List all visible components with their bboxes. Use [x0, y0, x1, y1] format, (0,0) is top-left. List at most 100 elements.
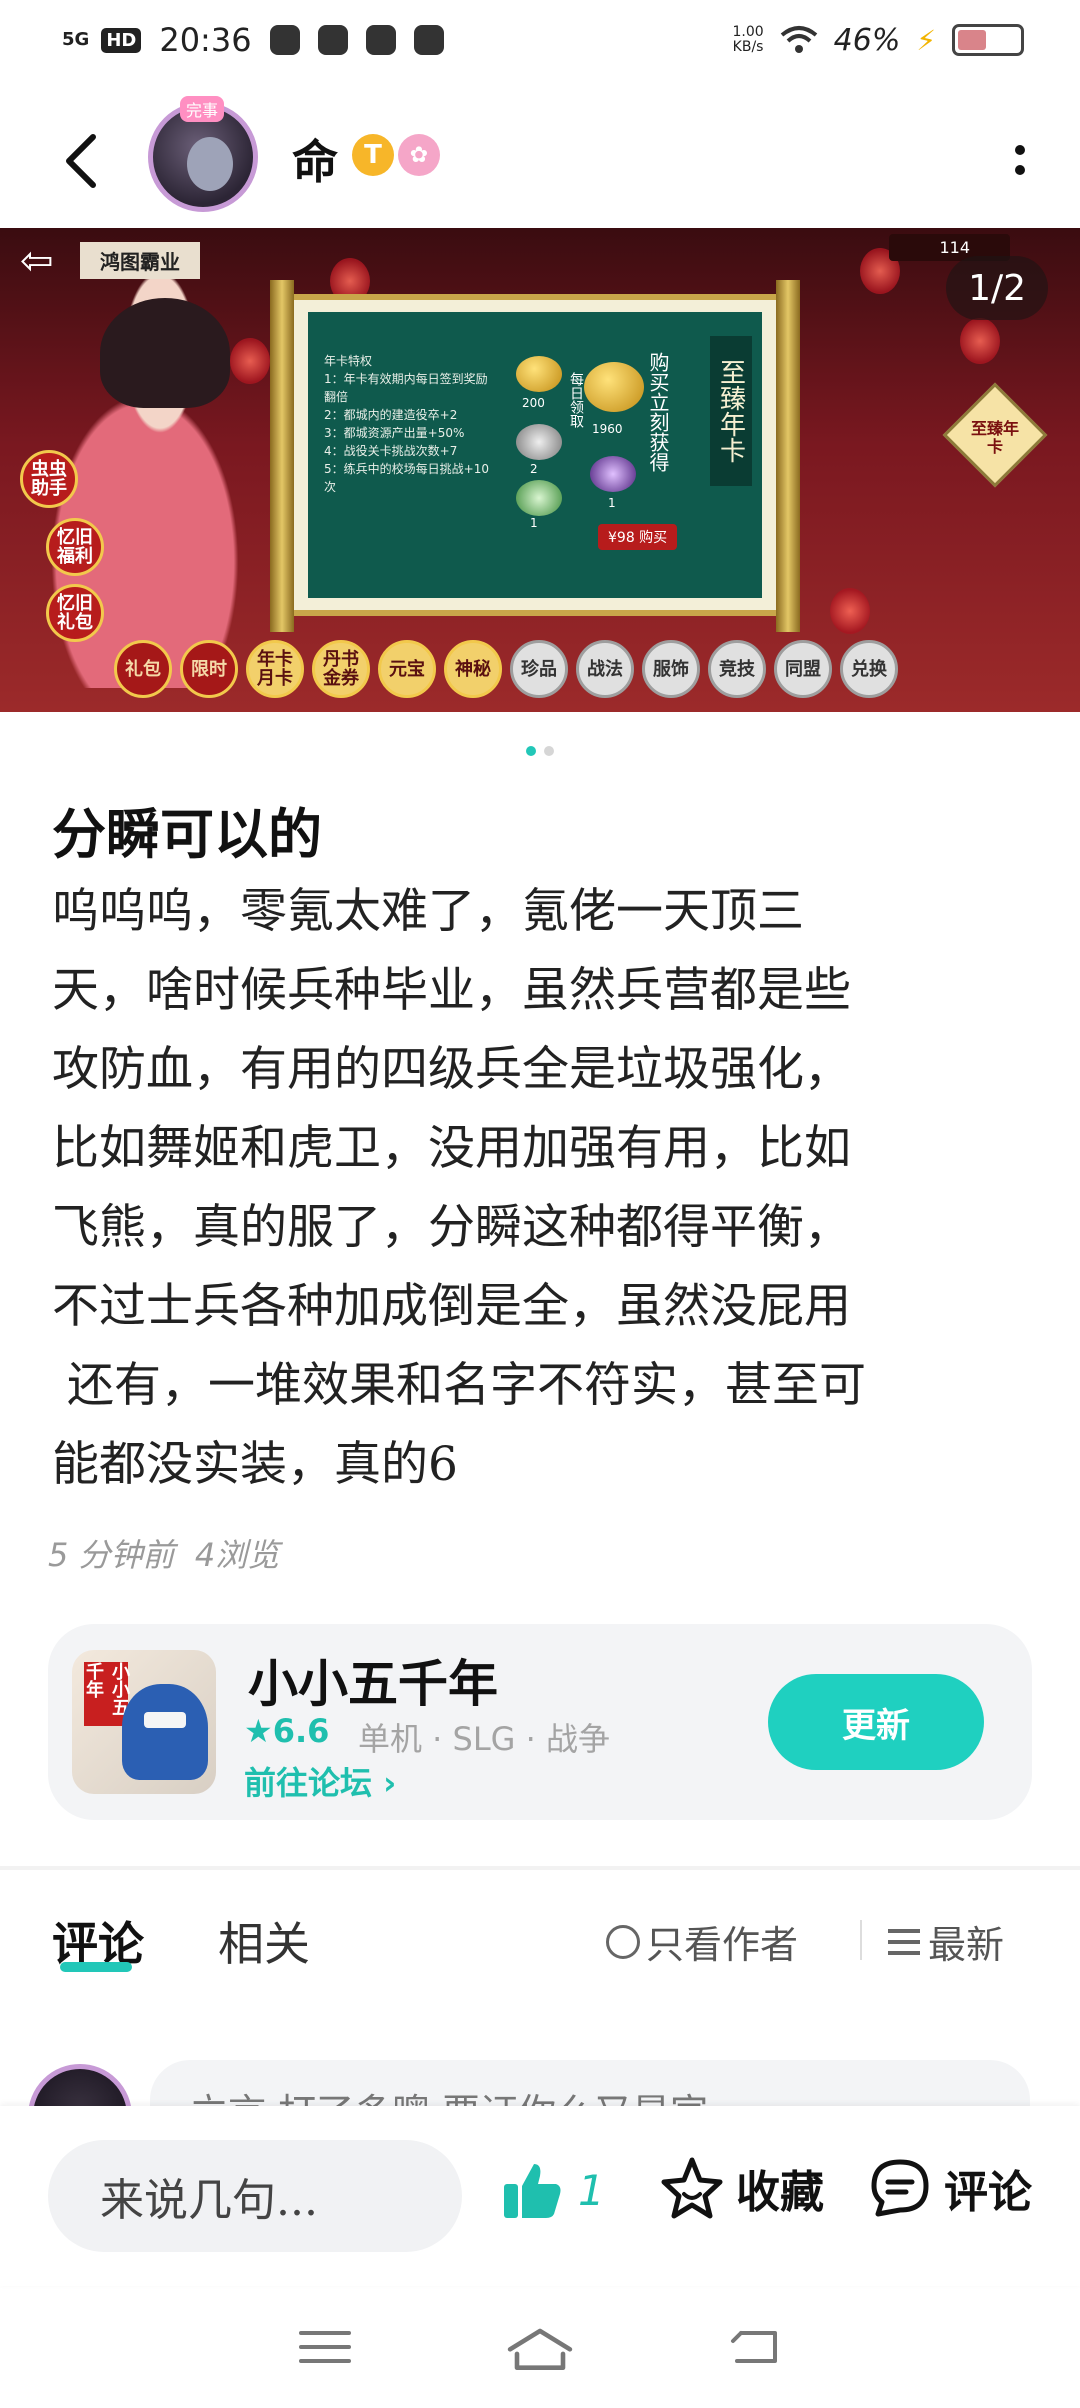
radio-icon [606, 1924, 640, 1959]
post-title: 分瞬可以的 [52, 802, 322, 866]
perk-item: 5：练兵中的校场每日挑战+10次 [324, 462, 489, 494]
game-menu-item: 限时 [180, 640, 238, 698]
perks-title: 年卡特权 [324, 354, 373, 368]
token-icon [516, 480, 562, 516]
silver-coin-icon [516, 424, 562, 460]
game-menu-item: 礼包 [114, 640, 172, 698]
game-menu-item: 同盟 [774, 640, 832, 698]
back-button[interactable] [50, 126, 110, 196]
back-nav-icon[interactable] [725, 2327, 785, 2367]
reward-amount: 1 [608, 496, 616, 510]
clock: 20:36 [159, 21, 252, 59]
perk-item: 3：都城资源产出量+50% [324, 426, 465, 440]
lantern-decoration [960, 318, 1000, 364]
game-app-rating: ★6.6 [244, 1712, 330, 1750]
game-side-button: 忆旧福利 [46, 518, 104, 576]
telegram-icon [365, 25, 396, 55]
game-menu-item: 元宝 [378, 640, 436, 698]
post-line: 比如舞姬和虎卫，没用加强有用，比如 [52, 1121, 851, 1176]
post-body: 呜呜呜，零氪太难了，氪佬一天顶三 天，啥时候兵种毕业，虽然兵营都是些 攻防血，有… [52, 872, 1024, 1504]
perk-item: 4：战役关卡挑战次数+7 [324, 444, 458, 458]
game-menu-row: 礼包 限时 年卡月卡 丹书金券 元宝 神秘 珍品 战法 服饰 竞技 同盟 兑换 [114, 640, 898, 698]
sort-label: 最新 [928, 1923, 1005, 1967]
game-side-button: 忆旧礼包 [46, 584, 104, 642]
post-meta: 5 分钟前 4浏览 [48, 1536, 280, 1574]
scroll-panel: 年卡特权 1：年卡有效期内每日签到奖励翻倍 2：都城内的建造役卒+2 3：都城资… [308, 312, 762, 598]
instant-reward-label: 购买立刻获得 [646, 352, 670, 472]
charging-icon: ⚡ [916, 23, 936, 57]
perks-list: 年卡特权 1：年卡有效期内每日签到奖励翻倍 2：都城内的建造役卒+2 3：都城资… [324, 352, 494, 496]
avatar-frame-badge: 完事 [180, 96, 225, 122]
level-badge: T [352, 134, 394, 176]
favorite-label: 收藏 [736, 2167, 824, 2218]
app-icon-seal: 小小五千年 [83, 1662, 130, 1726]
card-title: 至臻年卡 [710, 336, 752, 486]
carousel-dot-active [526, 746, 536, 756]
game-app-tags: 单机 · SLG · 战争 [358, 1720, 610, 1758]
game-app-icon[interactable]: 小小五千年 [72, 1650, 216, 1794]
network-speed: 1.00 KB/s [732, 25, 763, 55]
perk-item: 2：都城内的建造役卒+2 [324, 408, 458, 422]
game-menu-item: 战法 [576, 640, 634, 698]
favorite-button[interactable]: 收藏 [660, 2156, 824, 2220]
reward-amount: 200 [522, 396, 545, 410]
game-menu-item: 年卡月卡 [246, 640, 304, 698]
post-line: 还有，一堆效果和名字不符实，甚至可 [52, 1358, 866, 1413]
update-button[interactable]: 更新 [768, 1674, 984, 1770]
reward-amount: 1 [530, 516, 538, 530]
game-app-card[interactable]: 小小五千年 小小五千年 ★6.6 单机 · SLG · 战争 前往论坛 › 更新 [48, 1624, 1032, 1820]
sort-button[interactable]: 最新 [888, 1914, 1004, 1969]
chevron-left-icon [66, 134, 96, 188]
hd-icon: HD [101, 27, 142, 53]
game-menu-item: 珍品 [510, 640, 568, 698]
reward-amount: 1960 [592, 422, 623, 436]
image-counter: 1/2 [946, 256, 1048, 320]
forum-link-label: 前往论坛 [244, 1764, 373, 1802]
avatar-face [187, 137, 233, 191]
section-divider [0, 1866, 1080, 1870]
comment-label: 评论 [944, 2167, 1032, 2218]
qq-icon [317, 25, 348, 55]
author-only-label: 只看作者 [646, 1923, 799, 1967]
more-options-button[interactable] [1000, 130, 1040, 190]
star-icon [661, 2157, 723, 2219]
gold-ingot-large-icon [584, 362, 644, 412]
post-line: 能都没实装，真的6 [52, 1437, 458, 1492]
tab-related[interactable]: 相关 [218, 1908, 310, 1974]
app-icon-character [122, 1684, 208, 1780]
post-header: 完事 命 T ✿ [0, 96, 1080, 226]
chevron-right-icon: › [383, 1764, 397, 1802]
carousel-dot [544, 746, 554, 756]
more-dot [1015, 165, 1025, 175]
mail-icon [413, 25, 444, 55]
sort-icon [888, 1928, 920, 1955]
like-count: 1 [578, 2165, 605, 2215]
lantern-decoration [830, 588, 870, 634]
home-icon[interactable] [505, 2324, 575, 2370]
game-app-name[interactable]: 小小五千年 [248, 1644, 498, 1716]
battery-fill [958, 30, 986, 50]
like-button[interactable]: 1 [500, 2158, 605, 2222]
annual-card-scroll: 年卡特权 1：年卡有效期内每日签到奖励翻倍 2：都城内的建造役卒+2 3：都城资… [270, 280, 800, 632]
status-bar: 5G HD 20:36 1.00 KB/s 46% ⚡ [0, 0, 1080, 80]
active-tab-indicator [60, 1962, 132, 1972]
more-dot [1015, 145, 1025, 155]
game-server-title: 鸿图霸业 [80, 242, 200, 279]
post-line: 呜呜呜，零氪太难了，氪佬一天顶三 [52, 884, 804, 939]
author-only-toggle[interactable]: 只看作者 [606, 1914, 798, 1969]
buy-card-button: ¥98 购买 [598, 524, 678, 550]
premium-card-tag: 至臻年卡 [942, 382, 1048, 488]
game-menu-item: 竞技 [708, 640, 766, 698]
system-navigation-bar [0, 2286, 1080, 2408]
post-line: 不过士兵各种加成倒是全，虽然没屁用 [52, 1279, 851, 1334]
comment-button[interactable]: 评论 [868, 2156, 1032, 2220]
author-name[interactable]: 命 [292, 126, 338, 192]
game-menu-item: 丹书金券 [312, 640, 370, 698]
post-image-carousel[interactable]: ⇦ 鸿图霸业 114 虫虫助手 忆旧福利 忆旧礼包 年卡特权 1：年卡有效期内每… [0, 228, 1080, 712]
forum-link[interactable]: 前往论坛 › [244, 1758, 396, 1804]
comment-input[interactable]: 来说几句... [48, 2140, 462, 2252]
post-line: 飞熊，真的服了，分瞬这种都得平衡， [52, 1200, 851, 1255]
game-menu-item: 服饰 [642, 640, 700, 698]
game-back-arrow-icon: ⇦ [20, 238, 54, 284]
menu-icon[interactable] [295, 2327, 355, 2367]
